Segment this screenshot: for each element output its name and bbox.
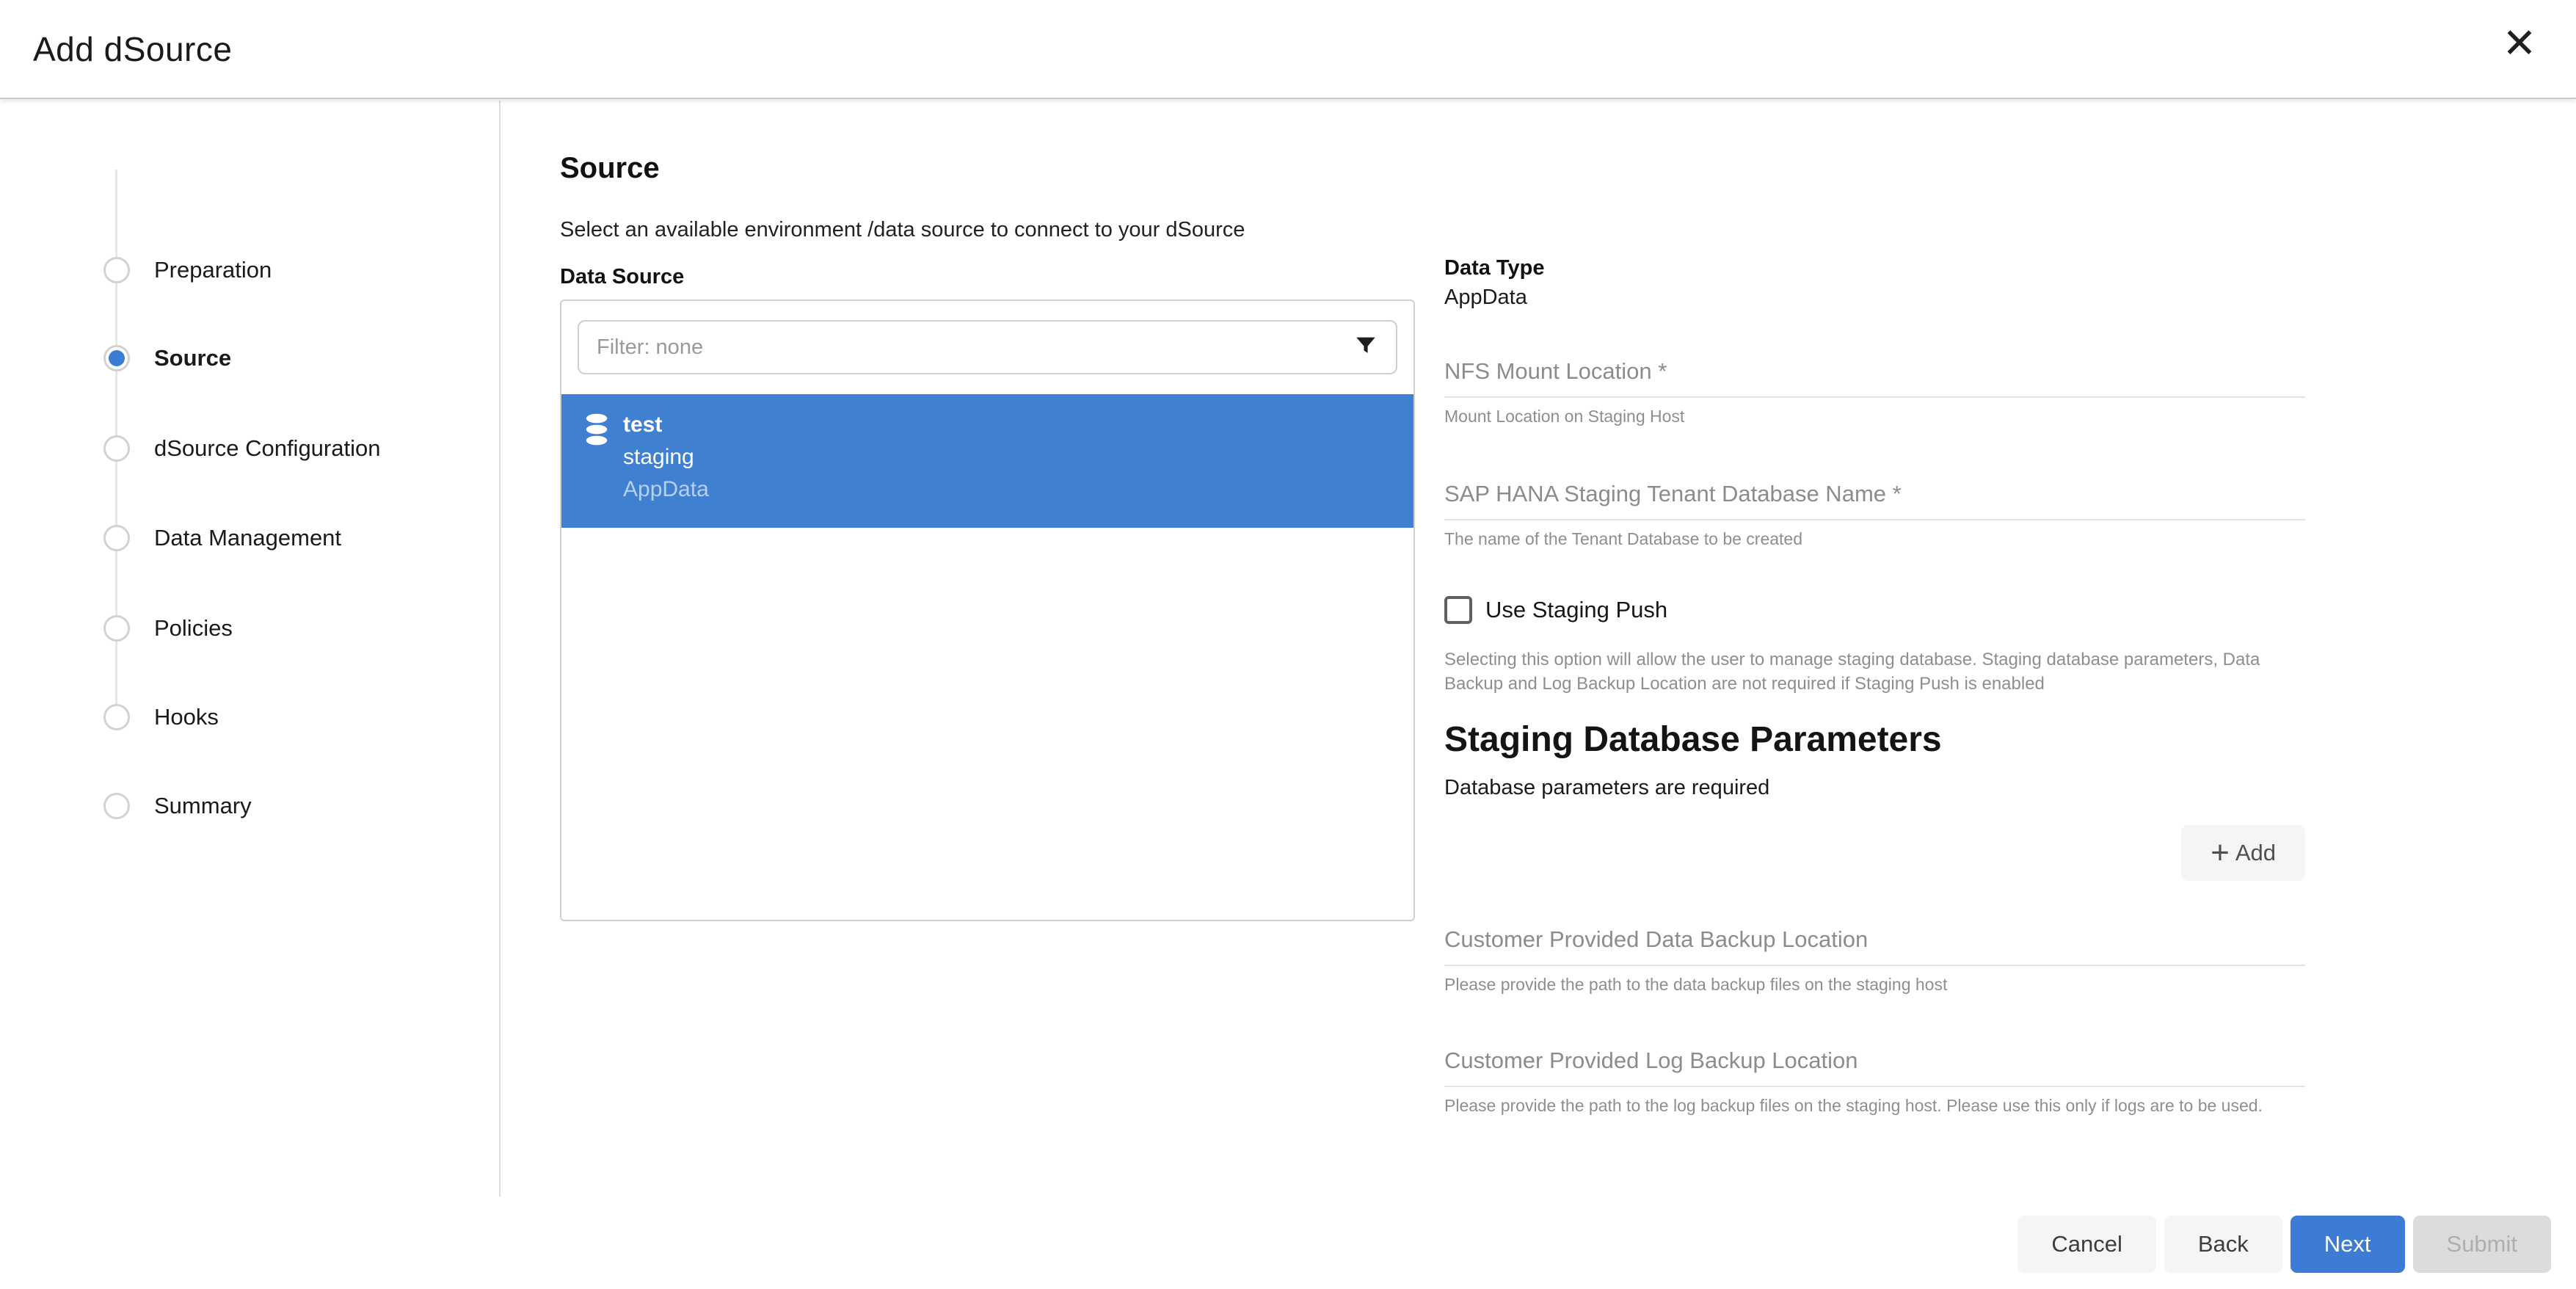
input-underline (1444, 965, 2305, 966)
step-circle-active (103, 345, 130, 371)
log-backup-location-placeholder: Customer Provided Log Backup Location (1444, 1047, 2305, 1074)
input-underline (1444, 1086, 2305, 1087)
checkbox-unchecked[interactable] (1444, 596, 1472, 624)
log-backup-location-helper: Please provide the path to the log backu… (1444, 1094, 2305, 1117)
source-data-type: AppData (623, 473, 709, 506)
step-data-management[interactable]: Data Management (0, 525, 499, 551)
step-circle (103, 704, 130, 730)
source-selection-panel: Source Select an available environment /… (560, 101, 1415, 921)
page-title: Add dSource (0, 29, 232, 69)
data-backup-location-helper: Please provide the path to the data back… (1444, 973, 2305, 996)
data-source-list: test staging AppData (560, 299, 1415, 921)
step-label: Hooks (154, 704, 219, 730)
cancel-button[interactable]: Cancel (2017, 1216, 2156, 1273)
step-circle (103, 793, 130, 819)
source-name: test (623, 409, 709, 441)
step-circle (103, 257, 130, 283)
wizard-stepper: Preparation Source dSource Configuration… (0, 101, 499, 1197)
staging-push-description: Selecting this option will allow the use… (1444, 647, 2296, 696)
data-backup-location-field[interactable]: Customer Provided Data Backup Location P… (1444, 926, 2305, 996)
wizard-sidebar: Preparation Source dSource Configuration… (0, 101, 501, 1197)
submit-button[interactable]: Submit (2413, 1216, 2551, 1273)
sap-hana-tenant-db-field[interactable]: SAP HANA Staging Tenant Database Name * … (1444, 481, 2305, 551)
section-subtitle: Select an available environment /data so… (560, 218, 1415, 242)
data-backup-location-placeholder: Customer Provided Data Backup Location (1444, 926, 2305, 953)
input-underline (1444, 519, 2305, 520)
next-button[interactable]: Next (2291, 1216, 2405, 1273)
sap-hana-tenant-db-placeholder: SAP HANA Staging Tenant Database Name * (1444, 481, 2305, 507)
nfs-mount-location-placeholder: NFS Mount Location * (1444, 358, 2305, 385)
data-source-label: Data Source (560, 265, 1415, 289)
step-source[interactable]: Source (0, 345, 499, 371)
back-button[interactable]: Back (2164, 1216, 2282, 1273)
database-icon (583, 413, 610, 449)
staging-db-params-note: Database parameters are required (1444, 776, 2305, 800)
source-environment: staging (623, 441, 709, 473)
step-policies[interactable]: Policies (0, 615, 499, 642)
nfs-mount-location-field[interactable]: NFS Mount Location * Mount Location on S… (1444, 358, 2305, 428)
close-icon[interactable]: ✕ (2486, 10, 2553, 76)
use-staging-push-label: Use Staging Push (1485, 597, 1667, 623)
use-staging-push-checkbox-row[interactable]: Use Staging Push (1444, 596, 2305, 624)
staging-db-params-heading: Staging Database Parameters (1444, 719, 2305, 760)
step-circle (103, 435, 130, 462)
step-circle (103, 615, 130, 642)
section-heading: Source (560, 152, 1415, 185)
step-label: Preparation (154, 257, 272, 283)
step-label: dSource Configuration (154, 435, 380, 462)
step-label: Source (154, 345, 231, 371)
dialog-header: Add dSource ✕ (0, 0, 2576, 99)
step-circle (103, 525, 130, 551)
add-parameter-row: + Add (1444, 825, 2305, 881)
step-label: Policies (154, 615, 233, 642)
step-hooks[interactable]: Hooks (0, 704, 499, 730)
add-parameter-button[interactable]: + Add (2181, 825, 2305, 881)
step-label: Data Management (154, 525, 341, 551)
add-button-label: Add (2235, 840, 2276, 866)
filter-input[interactable] (597, 335, 1353, 360)
filter-field (578, 320, 1397, 374)
nfs-mount-location-helper: Mount Location on Staging Host (1444, 405, 2305, 428)
step-label: Summary (154, 793, 252, 819)
data-source-item-selected[interactable]: test staging AppData (561, 394, 1413, 528)
data-type-value: AppData (1444, 286, 2305, 310)
step-dsource-configuration[interactable]: dSource Configuration (0, 435, 499, 462)
step-preparation[interactable]: Preparation (0, 257, 499, 283)
log-backup-location-field[interactable]: Customer Provided Log Backup Location Pl… (1444, 1047, 2305, 1117)
data-type-label: Data Type (1444, 256, 2305, 280)
wizard-footer: Cancel Back Next Submit (2017, 1216, 2551, 1273)
step-summary[interactable]: Summary (0, 793, 499, 819)
plus-icon: + (2211, 837, 2230, 869)
input-underline (1444, 396, 2305, 398)
funnel-icon[interactable] (1353, 333, 1378, 362)
dsource-details-panel: Data Type AppData NFS Mount Location * M… (1444, 101, 2305, 1117)
sap-hana-tenant-db-helper: The name of the Tenant Database to be cr… (1444, 528, 2305, 551)
